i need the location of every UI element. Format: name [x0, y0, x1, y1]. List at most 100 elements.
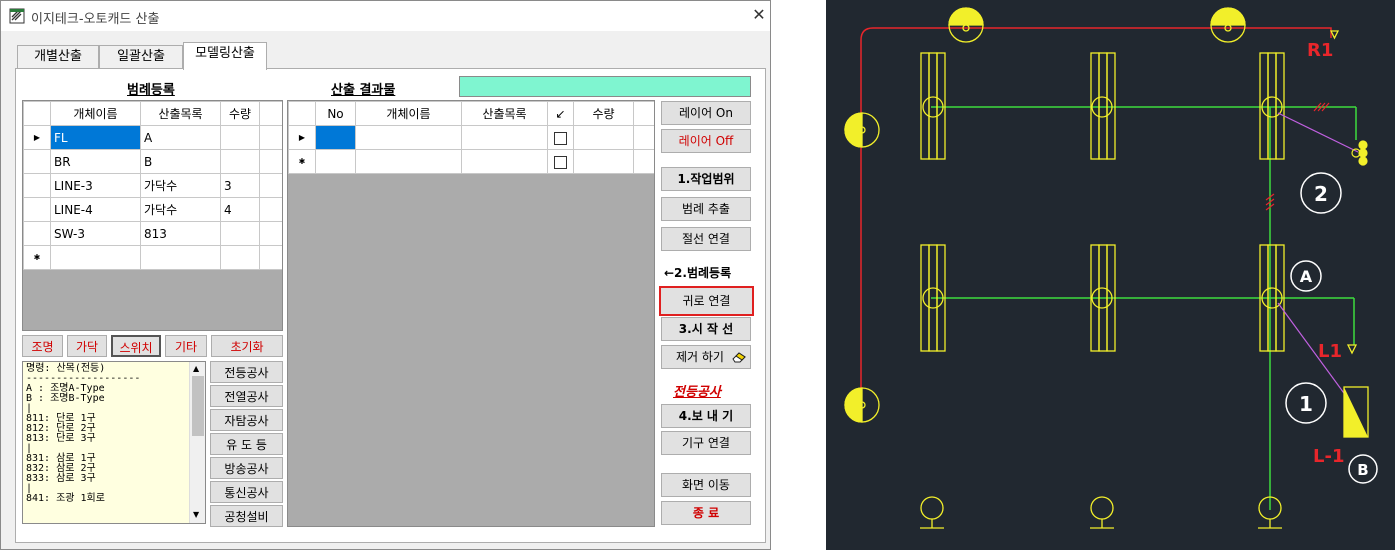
wall-light-icon	[844, 112, 880, 148]
col-header[interactable]: 수량	[573, 101, 634, 126]
cad-label-l-1: L-1	[1313, 446, 1344, 467]
cad-label-1: 1	[1299, 392, 1313, 416]
cad-label-l1: L1	[1318, 341, 1342, 362]
wall-light-icon	[844, 387, 880, 423]
legend-register-label: ←2.범례등록	[664, 266, 732, 280]
light-fixture-icon	[1090, 52, 1116, 160]
layer-off-button[interactable]: 레이어 Off	[661, 129, 751, 153]
table-cell[interactable]: BR	[50, 149, 141, 174]
start-line-button[interactable]: 3.시 작 선	[661, 317, 751, 341]
table-row[interactable]: ▶	[288, 125, 654, 150]
tick-mark-icon	[1265, 193, 1275, 211]
work-type-button[interactable]: 유 도 등	[210, 433, 283, 455]
cad-canvas: 2 A 1 B R1 L1 L-1	[844, 7, 1378, 529]
table-row[interactable]: ▶ FL A	[23, 125, 282, 150]
lighting-filter-button[interactable]: 조명	[22, 335, 63, 357]
work-type-button[interactable]: 전열공사	[210, 385, 283, 407]
eraser-icon	[732, 352, 746, 363]
col-header[interactable]: 수량	[220, 101, 260, 126]
new-row[interactable]: ✱	[23, 245, 282, 270]
scroll-up-icon[interactable]: ▲	[193, 364, 199, 373]
cad-label-r1: R1	[1307, 40, 1333, 61]
new-row-icon: ✱	[23, 245, 51, 270]
new-row[interactable]: ✱	[288, 149, 654, 174]
work-type-button[interactable]: 자탐공사	[210, 409, 283, 431]
command-textbox[interactable]: 명령: 산목(전등) ------------------- A : 조명A-T…	[22, 361, 206, 524]
cut-connect-button[interactable]: 절선 연결	[661, 227, 751, 251]
estimation-window: 이지테크-오토캐드 산출 ✕ 개별산출 일괄산출 모델링산출 범례등록 개체이름…	[0, 0, 771, 550]
col-header[interactable]: No	[315, 101, 356, 126]
table-row[interactable]: BR B	[23, 149, 282, 174]
result-grid[interactable]: No 개체이름 산출목록 ↙ 수량 ▶ ✱	[287, 100, 655, 527]
col-header[interactable]: 산출목록	[140, 101, 221, 126]
light-fixture-icon	[1259, 52, 1285, 160]
exit-button[interactable]: 종 료	[661, 501, 751, 525]
work-type-button[interactable]: 방송공사	[210, 457, 283, 479]
table-cell[interactable]	[220, 221, 260, 246]
title-bar[interactable]: 이지테크-오토캐드 산출 ✕	[1, 1, 770, 31]
col-header[interactable]: 개체이름	[355, 101, 462, 126]
scroll-down-icon[interactable]: ▼	[193, 510, 199, 519]
floor-fixture-icon	[1090, 496, 1114, 529]
fixture-connect-button[interactable]: 기구 연결	[661, 431, 751, 455]
current-row-icon: ▶	[288, 125, 316, 150]
etc-filter-button[interactable]: 기타	[165, 335, 207, 357]
col-header-check[interactable]: ↙	[547, 101, 574, 126]
table-cell[interactable]	[220, 125, 260, 150]
table-cell[interactable]: 4	[220, 197, 260, 222]
work-type-button[interactable]: 전등공사	[210, 361, 283, 383]
col-header[interactable]: 산출목록	[461, 101, 548, 126]
reset-button[interactable]: 초기화	[211, 335, 283, 357]
remove-button[interactable]: 제거 하기	[661, 345, 751, 369]
work-range-button[interactable]: 1.작업범위	[661, 167, 751, 191]
row-checkbox[interactable]	[554, 155, 567, 169]
app-icon	[9, 8, 25, 24]
table-row[interactable]: LINE-4 가닥수 4	[23, 197, 282, 222]
layer-on-button[interactable]: 레이어 On	[661, 101, 751, 125]
cad-drawing-area[interactable]: 2 A 1 B R1 L1 L-1	[826, 0, 1395, 550]
table-cell[interactable]: A	[140, 125, 221, 150]
legend-title: 범례등록	[127, 83, 175, 98]
tab-batch[interactable]: 일괄산출	[99, 45, 183, 69]
textbox-scrollbar[interactable]: ▲ ▼	[189, 362, 205, 523]
col-header[interactable]: 개체이름	[50, 101, 141, 126]
table-cell[interactable]: 813	[140, 221, 221, 246]
table-cell[interactable]	[315, 125, 356, 150]
return-connect-button[interactable]: 귀로 연결	[659, 286, 754, 316]
table-cell[interactable]: B	[140, 149, 221, 174]
legend-grid[interactable]: 개체이름 산출목록 수량 ▶ FL A BR B LINE-3 가닥수 3 LI…	[22, 100, 283, 331]
table-cell[interactable]	[220, 149, 260, 174]
legend-extract-button[interactable]: 범례 추출	[661, 197, 751, 221]
tab-modeling[interactable]: 모델링산출	[183, 42, 267, 70]
table-cell[interactable]: FL	[50, 125, 141, 150]
switch-filter-button[interactable]: 스위치	[111, 335, 161, 357]
table-cell[interactable]: SW-3	[50, 221, 141, 246]
tab-individual[interactable]: 개별산출	[17, 45, 99, 69]
wall-light-icon	[1210, 7, 1246, 43]
table-row[interactable]: SW-3 813	[23, 221, 282, 246]
corner-cell	[23, 101, 51, 126]
strand-filter-button[interactable]: 가닥	[67, 335, 107, 357]
switch-icon	[1351, 140, 1368, 166]
scroll-thumb[interactable]	[192, 376, 204, 436]
table-cell[interactable]: 3	[220, 173, 260, 198]
table-cell[interactable]: 가닥수	[140, 173, 221, 198]
wall-light-icon	[948, 7, 984, 43]
move-screen-button[interactable]: 화면 이동	[661, 473, 751, 497]
result-title: 산출 결과물	[331, 83, 396, 98]
export-button[interactable]: 4.보 내 기	[661, 404, 751, 428]
work-type-button[interactable]: 공청설비	[210, 505, 283, 527]
table-cell[interactable]: LINE-3	[50, 173, 141, 198]
row-checkbox[interactable]	[554, 131, 567, 145]
new-row-icon: ✱	[288, 149, 316, 174]
table-cell[interactable]: 가닥수	[140, 197, 221, 222]
green-wiring	[931, 106, 1357, 510]
table-cell[interactable]: LINE-4	[50, 197, 141, 222]
window-title: 이지테크-오토캐드 산출	[31, 12, 160, 27]
table-row[interactable]: LINE-3 가닥수 3	[23, 173, 282, 198]
work-type-button[interactable]: 통신공사	[210, 481, 283, 503]
current-work-label: 전등공사	[673, 385, 721, 400]
remove-label: 제거 하기	[676, 350, 724, 364]
floor-fixture-icon	[920, 496, 944, 529]
close-icon[interactable]: ✕	[749, 5, 769, 25]
